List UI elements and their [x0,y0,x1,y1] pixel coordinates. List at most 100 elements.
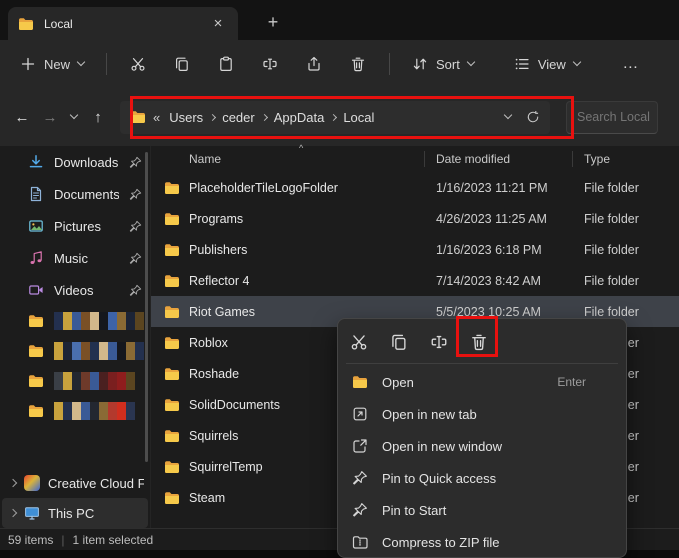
breadcrumb-segment[interactable]: Local [341,108,376,127]
cut-button[interactable] [119,47,157,81]
sort-direction-icon[interactable]: ^ [299,143,303,153]
column-header-type[interactable]: Type [584,152,610,166]
open-folder-icon [28,313,44,329]
menu-item-shortcut: Enter [557,375,612,389]
context-menu-item-open-in-new-window[interactable]: Open in new window [338,430,626,462]
chevron-right-icon[interactable] [261,113,268,120]
rename-button[interactable] [251,47,289,81]
file-name: PlaceholderTileLogoFolder [189,181,338,195]
chevron-down-icon [467,58,475,66]
column-header-name[interactable]: Name [189,152,221,166]
folder-icon [18,16,34,32]
sidebar-item-downloads[interactable]: Downloads [0,146,150,178]
sort-button[interactable]: Sort [402,47,484,81]
copy-button[interactable] [163,47,201,81]
downloads-icon [28,154,44,170]
folder-icon [130,109,146,125]
chevron-right-icon[interactable] [330,113,337,120]
search-input[interactable] [567,110,658,124]
context-rename-button[interactable] [420,325,458,359]
refresh-icon[interactable] [526,110,540,124]
open-folder-icon [28,343,44,359]
sidebar-item-redacted[interactable] [0,396,150,426]
context-cut-button[interactable] [340,325,378,359]
pin-icon [352,470,368,486]
sidebar-item-music[interactable]: Music [0,242,150,274]
menu-item-label: Pin to Start [382,503,446,518]
file-date-modified: 5/5/2023 10:25 AM [436,305,541,319]
context-copy-button[interactable] [380,325,418,359]
open-folder-icon [28,403,44,419]
breadcrumb-segment[interactable]: ceder [220,108,257,127]
new-button[interactable]: New [10,47,94,81]
file-row[interactable]: Reflector 4 7/14/2023 8:42 AM File folde… [151,265,679,296]
sidebar-item-redacted[interactable] [0,366,150,396]
quick-actions-row [338,323,626,361]
sidebar-item-redacted[interactable] [0,336,150,366]
titlebar: Local × + [0,0,679,40]
menu-separator [346,363,618,364]
folder-icon [164,397,180,413]
context-menu-item-pin-to-quick-access[interactable]: Pin to Quick access [338,462,626,494]
sidebar-item-label: Documents [54,187,119,202]
file-row[interactable]: Publishers 1/16/2023 6:18 PM File folder [151,234,679,265]
paste-icon [218,56,234,72]
sidebar-item-documents[interactable]: Documents [0,178,150,210]
context-delete-button[interactable] [460,325,498,359]
sidebar-item-videos[interactable]: Videos [0,274,150,306]
sidebar-item-this-pc[interactable]: This PC [2,498,148,528]
view-button[interactable]: View [504,47,590,81]
sidebar-item-label: Creative Cloud F [48,476,144,491]
forward-button[interactable]: → [36,103,64,131]
pictures-icon [28,218,44,234]
sidebar-scrollbar[interactable] [145,152,148,462]
menu-item-label: Compress to ZIP file [382,535,500,550]
breadcrumb-segment[interactable]: AppData [272,108,327,127]
context-menu-item-open[interactable]: Open Enter [338,366,626,398]
cut-icon [130,56,146,72]
chevron-expand-icon[interactable] [9,509,17,517]
open-new-tab-icon [352,406,368,422]
pin-icon [129,252,142,265]
address-bar[interactable]: « Users ceder AppData Local [120,101,550,134]
sort-button-label: Sort [436,57,460,72]
file-row[interactable]: Programs 4/26/2023 11:25 AM File folder [151,203,679,234]
context-menu-item-open-in-new-tab[interactable]: Open in new tab [338,398,626,430]
column-header-date-modified[interactable]: Date modified [436,152,510,166]
toolbar-icon-group [119,47,377,81]
file-type: File folder [584,181,639,195]
more-options-button[interactable]: … [612,47,650,81]
tab-close-icon[interactable]: × [208,14,228,34]
back-button[interactable]: ← [8,103,36,131]
new-tab-button[interactable]: + [260,9,286,35]
history-dropdown-button[interactable] [64,103,84,131]
breadcrumb-segment[interactable]: Users [167,108,205,127]
up-button[interactable]: ↑ [84,103,112,131]
file-row[interactable]: PlaceholderTileLogoFolder 1/16/2023 11:2… [151,172,679,203]
pin-icon [129,188,142,201]
address-dropdown-icon[interactable] [504,111,512,119]
file-date-modified: 7/14/2023 8:42 AM [436,274,541,288]
paste-button[interactable] [207,47,245,81]
sidebar-item-pictures[interactable]: Pictures [0,210,150,242]
delete-button[interactable] [339,47,377,81]
copy-icon [390,333,408,351]
file-name: SolidDocuments [189,398,280,412]
context-menu-item-compress-to-zip-file[interactable]: Compress to ZIP file [338,526,626,558]
folder-icon [164,273,180,289]
sidebar-item-creative-cloud-f[interactable]: Creative Cloud F [2,468,148,498]
breadcrumb-overflow[interactable]: « [153,110,160,125]
folder-icon [164,180,180,196]
search-box[interactable] [566,101,658,134]
file-name: Reflector 4 [189,274,249,288]
share-button[interactable] [295,47,333,81]
chevron-right-icon[interactable] [209,113,216,120]
chevron-expand-icon[interactable] [9,479,17,487]
navigation-pane: Downloads Documents Pictures Music Video… [0,146,150,528]
sidebar-item-label: Music [54,251,119,266]
sidebar-item-redacted[interactable] [0,306,150,336]
explorer-tab[interactable]: Local × [8,7,238,40]
context-menu-item-pin-to-start[interactable]: Pin to Start [338,494,626,526]
sidebar-item-label: Downloads [54,155,119,170]
folder-icon [164,428,180,444]
